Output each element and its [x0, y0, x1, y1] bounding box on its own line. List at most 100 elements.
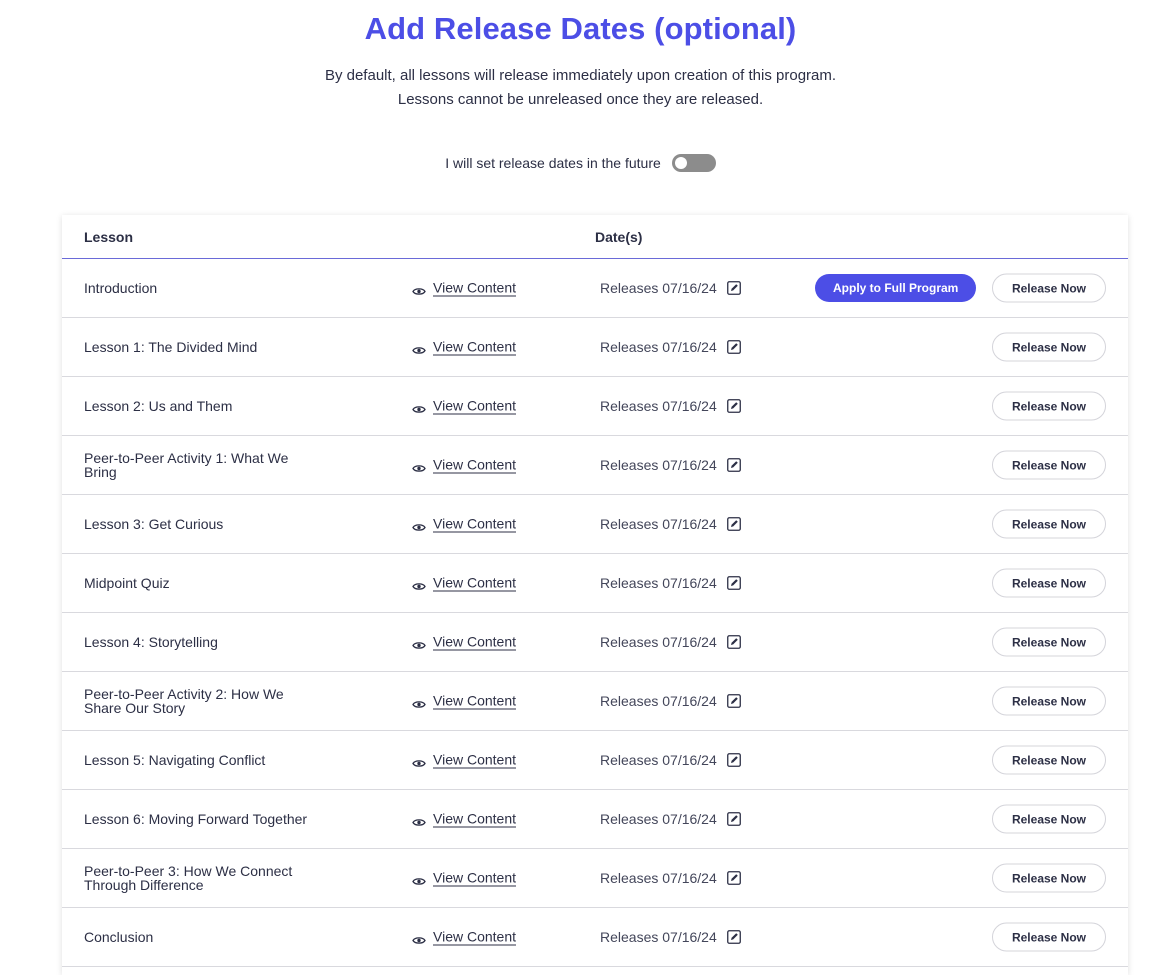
lesson-name: Lesson 5: Navigating Conflict: [84, 752, 266, 768]
release-now-button[interactable]: Release Now: [992, 509, 1106, 539]
release-now-button[interactable]: Release Now: [992, 627, 1106, 657]
future-release-toggle[interactable]: [671, 154, 716, 172]
edit-icon[interactable]: [726, 340, 741, 354]
release-date-text: Releases 07/16/24: [600, 811, 717, 827]
release-now-button[interactable]: Release Now: [992, 922, 1106, 952]
subtitle-line-1: By default, all lessons will release imm…: [324, 67, 837, 84]
eye-icon: [412, 401, 426, 413]
release-date: Releases 07/16/24: [600, 929, 741, 945]
release-now-button[interactable]: Release Now: [992, 273, 1106, 303]
view-content-link[interactable]: View Content: [433, 575, 517, 592]
view-content[interactable]: View Content: [412, 870, 517, 887]
view-content-link[interactable]: View Content: [433, 870, 517, 887]
view-content-link[interactable]: View Content: [433, 929, 517, 946]
release-date-text: Releases 07/16/24: [600, 752, 717, 768]
release-date-text: Releases 07/16/24: [600, 634, 717, 650]
view-content-link[interactable]: View Content: [433, 811, 517, 828]
column-header-dates: Date(s): [595, 229, 643, 245]
release-date-text: Releases 07/16/24: [600, 339, 717, 355]
view-content[interactable]: View Content: [412, 811, 517, 828]
lesson-name: Lesson 4: Storytelling: [84, 634, 218, 650]
view-content-link[interactable]: View Content: [433, 752, 517, 769]
edit-icon[interactable]: [726, 753, 741, 767]
release-now-button[interactable]: Release Now: [992, 804, 1106, 834]
view-content-link[interactable]: View Content: [433, 693, 517, 710]
edit-icon[interactable]: [726, 812, 741, 826]
view-content[interactable]: View Content: [412, 929, 517, 946]
table-row: Conclusion View Content Releases 07/16/24 R…: [62, 908, 1128, 967]
lesson-name: Introduction: [84, 280, 158, 296]
apply-to-full-program-button[interactable]: Apply to Full Program: [815, 274, 977, 302]
edit-icon[interactable]: [726, 635, 741, 649]
release-date: Releases 07/16/24: [600, 634, 741, 650]
lesson-name: Lesson 3: Get Curious: [84, 516, 224, 532]
view-content[interactable]: View Content: [412, 693, 517, 710]
page-header: Add Release Dates (optional) By default,…: [0, 0, 1161, 173]
future-release-toggle-label: I will set release dates in the future: [445, 155, 661, 171]
edit-icon[interactable]: [726, 517, 741, 531]
release-now-button[interactable]: Release Now: [992, 568, 1106, 598]
table-row: Lesson 4: Storytelling View Content Releas…: [62, 613, 1128, 672]
release-date: Releases 07/16/24: [600, 280, 741, 296]
release-date-text: Releases 07/16/24: [600, 516, 717, 532]
view-content[interactable]: View Content: [412, 457, 517, 474]
release-now-button[interactable]: Release Now: [992, 332, 1106, 362]
release-date: Releases 07/16/24: [600, 339, 741, 355]
table-header: Lesson Date(s): [62, 215, 1128, 259]
edit-icon[interactable]: [726, 281, 741, 295]
view-content[interactable]: View Content: [412, 280, 517, 297]
edit-icon[interactable]: [726, 871, 741, 885]
lesson-name: Peer-to-Peer Activity 2: How We Share Ou…: [84, 686, 284, 716]
release-date: Releases 07/16/24: [600, 811, 741, 827]
page-title: Add Release Dates (optional): [364, 11, 797, 46]
edit-icon[interactable]: [726, 694, 741, 708]
release-now-button[interactable]: Release Now: [992, 745, 1106, 775]
release-now-button[interactable]: Release Now: [992, 450, 1106, 480]
lesson-name: Lesson 2: Us and Them: [84, 398, 233, 414]
release-date: Releases 07/16/24: [600, 870, 741, 886]
view-content[interactable]: View Content: [412, 752, 517, 769]
table-row: Lesson 1: The Divided Mind View Content Re…: [62, 318, 1128, 377]
release-date: Releases 07/16/24: [600, 457, 741, 473]
release-date: Releases 07/16/24: [600, 575, 741, 591]
release-date: Releases 07/16/24: [600, 693, 741, 709]
release-date-text: Releases 07/16/24: [600, 693, 717, 709]
lesson-name: Peer-to-Peer Activity 1: What We Bring: [84, 450, 289, 480]
table-row: Midpoint Quiz View Content Releases 07/16/…: [62, 554, 1128, 613]
edit-icon[interactable]: [726, 576, 741, 590]
view-content-link[interactable]: View Content: [433, 516, 517, 533]
table-row: Lesson 6: Moving Forward Together View Co…: [62, 790, 1128, 849]
table-row: Peer-to-Peer Activity 1: What We Bring Vi…: [62, 436, 1128, 495]
release-now-button[interactable]: Release Now: [992, 391, 1106, 421]
view-content-link[interactable]: View Content: [433, 280, 517, 297]
view-content-link[interactable]: View Content: [433, 339, 517, 356]
page-subtitle: By default, all lessons will release imm…: [0, 64, 1161, 112]
view-content-link[interactable]: View Content: [433, 634, 517, 651]
edit-icon[interactable]: [726, 930, 741, 944]
view-content[interactable]: View Content: [412, 398, 517, 415]
lesson-name: Midpoint Quiz: [84, 575, 170, 591]
lessons-table: Lesson Date(s) Introduction View Content R…: [62, 215, 1128, 975]
view-content[interactable]: View Content: [412, 634, 517, 651]
lesson-name: Conclusion: [84, 929, 154, 945]
release-date-text: Releases 07/16/24: [600, 575, 717, 591]
eye-icon: [412, 283, 426, 295]
eye-icon: [412, 873, 426, 885]
view-content[interactable]: View Content: [412, 339, 517, 356]
lesson-name: Peer-to-Peer 3: How We Connect Through D…: [84, 863, 293, 893]
release-date: Releases 07/16/24: [600, 516, 741, 532]
table-row: Introduction View Content Releases 07/16/2…: [62, 259, 1128, 318]
release-date-text: Releases 07/16/24: [600, 398, 717, 414]
release-date-text: Releases 07/16/24: [600, 929, 717, 945]
edit-icon[interactable]: [726, 458, 741, 472]
eye-icon: [412, 755, 426, 767]
view-content-link[interactable]: View Content: [433, 457, 517, 474]
release-date-text: Releases 07/16/24: [600, 280, 717, 296]
release-now-button[interactable]: Release Now: [992, 686, 1106, 716]
view-content-link[interactable]: View Content: [433, 398, 517, 415]
view-content[interactable]: View Content: [412, 575, 517, 592]
edit-icon[interactable]: [726, 399, 741, 413]
eye-icon: [412, 519, 426, 531]
release-now-button[interactable]: Release Now: [992, 863, 1106, 893]
view-content[interactable]: View Content: [412, 516, 517, 533]
